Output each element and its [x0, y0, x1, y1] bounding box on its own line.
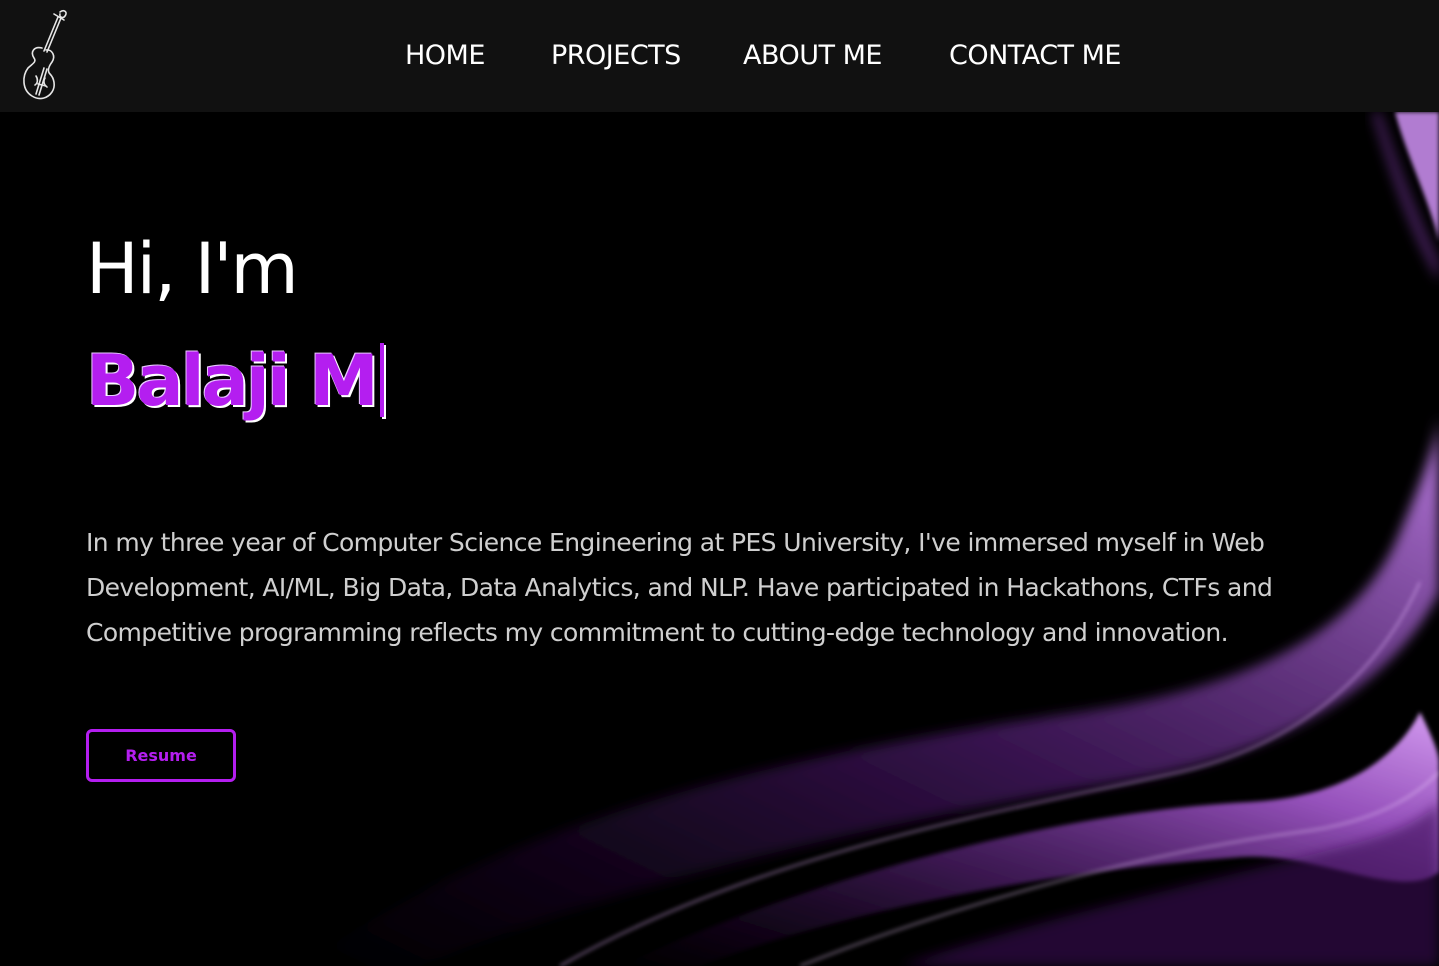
nav-link-home[interactable]: HOME	[405, 36, 485, 76]
hero-section: Hi, I'm Balaji M In my three year of Com…	[0, 112, 1439, 966]
typing-cursor	[379, 343, 384, 417]
name-heading: Balaji M	[86, 336, 384, 426]
navbar: HOME PROJECTS ABOUT ME CONTACT ME	[0, 0, 1439, 112]
resume-button[interactable]: Resume	[86, 729, 236, 782]
nav-links: HOME PROJECTS ABOUT ME CONTACT ME	[0, 36, 1439, 76]
greeting-heading: Hi, I'm	[86, 228, 299, 310]
nav-link-about-me[interactable]: ABOUT ME	[743, 36, 882, 76]
nav-link-contact-me[interactable]: CONTACT ME	[949, 36, 1121, 76]
name-text: Balaji M	[86, 340, 379, 422]
nav-link-projects[interactable]: PROJECTS	[551, 36, 681, 76]
bio-paragraph: In my three year of Computer Science Eng…	[86, 528, 1273, 647]
